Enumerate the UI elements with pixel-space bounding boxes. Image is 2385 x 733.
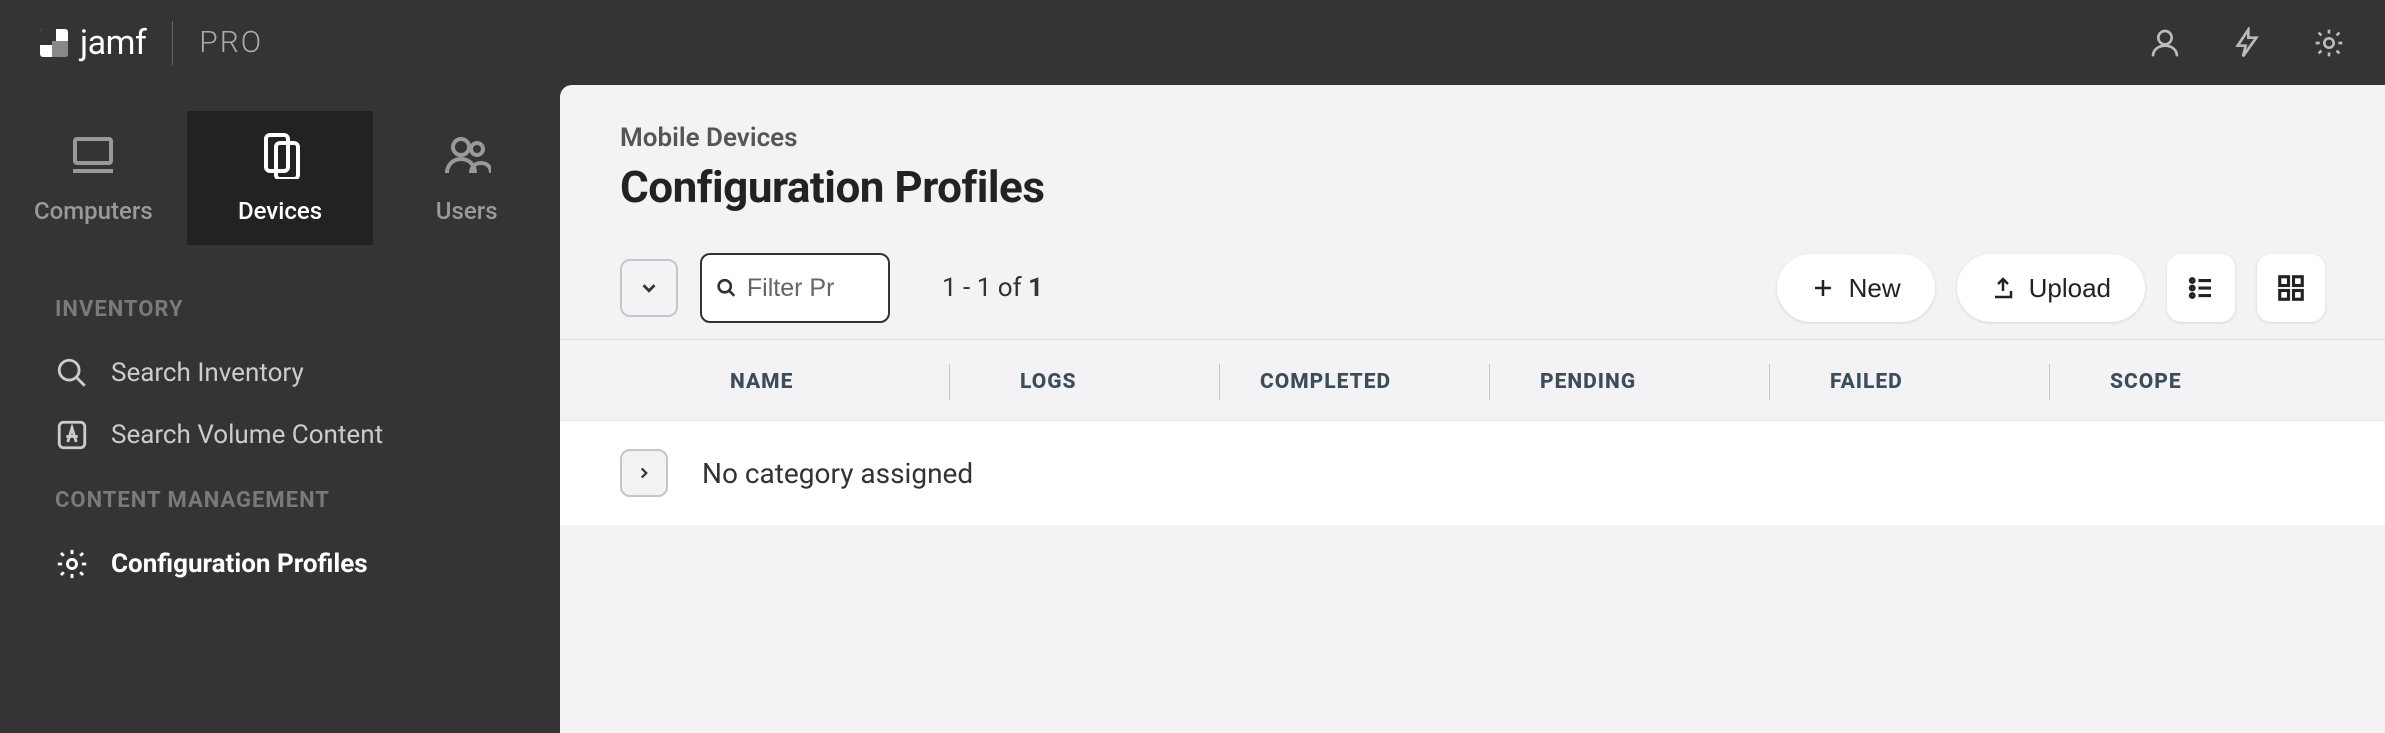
topbar-actions xyxy=(2149,27,2345,59)
nav-tab-devices[interactable]: Devices xyxy=(187,111,374,245)
sidebar-item-search-volume-content[interactable]: Search Volume Content xyxy=(0,404,560,466)
brand-edition: PRO xyxy=(199,25,263,60)
col-failed[interactable]: FAILED xyxy=(1770,370,2050,394)
nav-tabs: Computers Devices Users xyxy=(0,85,560,275)
nav-tab-label: Computers xyxy=(34,197,153,225)
search-icon xyxy=(716,275,737,301)
col-scope[interactable]: SCOPE xyxy=(2050,370,2325,394)
lightning-icon[interactable] xyxy=(2231,27,2263,59)
col-logs[interactable]: LOGS xyxy=(950,370,1220,394)
list-view-button[interactable] xyxy=(2167,254,2235,322)
upload-button-label: Upload xyxy=(2029,273,2111,304)
sidebar-item-label: Search Inventory xyxy=(111,358,304,388)
sidebar: Computers Devices Users INVENTORY Search… xyxy=(0,85,560,733)
brand-name: jamf xyxy=(80,23,146,63)
collapse-all-button[interactable] xyxy=(620,259,678,317)
nav-tab-label: Devices xyxy=(238,197,322,225)
user-icon[interactable] xyxy=(2149,27,2181,59)
chevron-right-icon xyxy=(635,464,653,482)
new-button[interactable]: New xyxy=(1777,254,1935,322)
main: Mobile Devices Configuration Profiles 1 … xyxy=(560,85,2385,733)
search-icon xyxy=(55,356,89,390)
chevron-down-icon xyxy=(638,277,660,299)
sidebar-section-content-mgmt: CONTENT MANAGEMENT xyxy=(0,466,560,533)
col-name[interactable]: NAME xyxy=(620,370,950,394)
nav-tab-users[interactable]: Users xyxy=(373,111,560,245)
divider xyxy=(172,21,173,65)
col-completed[interactable]: COMPLETED xyxy=(1220,370,1490,394)
toolbar: 1 - 1 of 1 New Upload xyxy=(560,243,2385,340)
topbar: jamf PRO xyxy=(0,0,2385,85)
nav-tab-computers[interactable]: Computers xyxy=(0,111,187,245)
grid-view-button[interactable] xyxy=(2257,254,2325,322)
sidebar-item-label: Search Volume Content xyxy=(111,420,383,450)
page-title: Configuration Profiles xyxy=(620,161,2325,213)
appstore-icon xyxy=(55,418,89,452)
grid-icon xyxy=(2276,273,2306,303)
table-group-row: No category assigned xyxy=(560,421,2385,525)
table-header: NAME LOGS COMPLETED PENDING FAILED SCOPE xyxy=(560,340,2385,421)
gear-icon xyxy=(55,547,89,581)
col-pending[interactable]: PENDING xyxy=(1490,370,1770,394)
list-icon xyxy=(2186,273,2216,303)
sidebar-section-inventory: INVENTORY xyxy=(0,275,560,342)
upload-button[interactable]: Upload xyxy=(1957,254,2145,322)
sidebar-item-label: Configuration Profiles xyxy=(111,549,368,579)
result-count: 1 - 1 of 1 xyxy=(942,273,1043,303)
expand-group-button[interactable] xyxy=(620,449,668,497)
main-header: Mobile Devices Configuration Profiles xyxy=(560,85,2385,243)
sidebar-item-configuration-profiles[interactable]: Configuration Profiles xyxy=(0,533,560,595)
plus-icon xyxy=(1811,276,1835,300)
sidebar-item-search-inventory[interactable]: Search Inventory xyxy=(0,342,560,404)
filter-input[interactable] xyxy=(747,274,874,303)
filter-field[interactable] xyxy=(700,253,890,323)
brand: jamf PRO xyxy=(40,21,263,65)
brand-logo-icon xyxy=(40,29,68,57)
new-button-label: New xyxy=(1849,273,1901,304)
group-label: No category assigned xyxy=(702,457,973,490)
breadcrumb: Mobile Devices xyxy=(620,123,2325,153)
nav-tab-label: Users xyxy=(436,197,498,225)
gear-icon[interactable] xyxy=(2313,27,2345,59)
upload-icon xyxy=(1991,276,2015,300)
